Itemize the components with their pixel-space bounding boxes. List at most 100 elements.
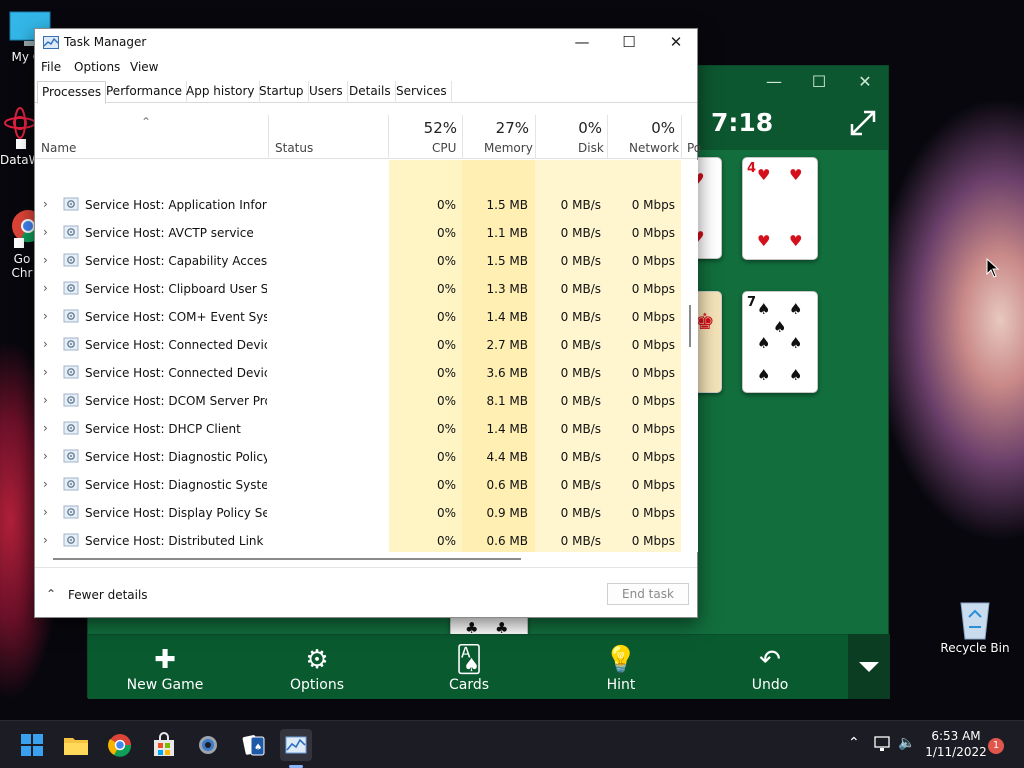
playing-card-four-hearts[interactable]: 4 ♥ ♥ ♥ ♥ [742, 157, 818, 260]
chevron-right-icon[interactable]: › [43, 225, 53, 239]
menu-file[interactable]: File [41, 60, 61, 74]
chevron-right-icon[interactable]: › [43, 337, 53, 351]
table-row[interactable]: › Service Host: Distributed Link Tr... 0% 0… [35, 527, 681, 552]
task-manager-window[interactable]: Task Manager — ☐ ✕ File Options View Pro… [34, 28, 701, 618]
process-list[interactable]: › Service Host: Application Infor... 0% 1.5… [35, 160, 681, 552]
solitaire-icon[interactable]: ♠ [238, 729, 270, 761]
volume-icon[interactable]: 🔈 [898, 735, 915, 751]
taskbar-clock[interactable]: 6:53 AM 1/11/2022 [922, 728, 990, 760]
notification-badge[interactable]: 1 [988, 738, 1004, 754]
column-header-name[interactable]: Name [41, 141, 76, 155]
column-header-network[interactable]: Network [629, 141, 679, 155]
cards-icon: 🂡 [455, 645, 483, 675]
hint-button[interactable]: 💡 Hint [561, 635, 681, 700]
process-memory: 1.4 MB [486, 310, 528, 324]
table-row[interactable]: › Service Host: COM+ Event Syste... 0% 1.4 … [35, 303, 681, 331]
chevron-right-icon[interactable]: › [43, 393, 53, 407]
chevron-right-icon[interactable]: › [43, 365, 53, 379]
toolbar-collapse-button[interactable] [848, 634, 890, 699]
clock-time: 6:53 AM [931, 729, 981, 743]
process-name: Service Host: Distributed Link Tr... [85, 534, 267, 548]
windows-start-icon[interactable] [16, 729, 48, 761]
table-row[interactable]: › Service Host: Capability Access ... 0% 1.… [35, 247, 681, 275]
chevron-right-icon[interactable]: › [43, 197, 53, 211]
column-header-status[interactable]: Status [275, 141, 313, 155]
desktop-icon-label: Recycle Bin [940, 641, 1010, 655]
column-separator [535, 115, 536, 159]
tab-app-history[interactable]: App history [182, 81, 260, 103]
close-icon[interactable]: ✕ [653, 29, 699, 57]
scroll-thumb[interactable] [53, 558, 521, 560]
tab-users[interactable]: Users [305, 81, 348, 103]
chevron-right-icon[interactable]: › [43, 477, 53, 491]
chevron-right-icon[interactable]: › [43, 309, 53, 323]
service-gear-icon [63, 309, 79, 323]
chevron-right-icon[interactable]: › [43, 421, 53, 435]
menu-view[interactable]: View [130, 60, 158, 74]
playing-card-seven-spades[interactable]: 7 ♠ ♠ ♠ ♠ ♠ ♠ ♠ [742, 291, 818, 393]
table-row[interactable]: › Service Host: Connected Device... 0% 3.6 … [35, 359, 681, 387]
maximize-icon[interactable]: ☐ [606, 29, 652, 57]
new-game-button[interactable]: ✚ New Game [105, 635, 225, 700]
chevron-right-icon[interactable]: › [43, 253, 53, 267]
store-icon[interactable] [148, 729, 180, 761]
chevron-right-icon[interactable]: › [43, 449, 53, 463]
process-name: Service Host: Display Policy Serv... [85, 506, 267, 520]
table-row[interactable]: › Service Host: Display Policy Serv... 0% 0… [35, 499, 681, 527]
desktop-icon-recycle-bin[interactable]: Recycle Bin [940, 597, 1010, 655]
table-row[interactable]: › Service Host: Connected Device... 0% 2.7 … [35, 331, 681, 359]
service-gear-icon [63, 477, 79, 491]
end-task-button[interactable]: End task [607, 583, 689, 605]
column-header-memory[interactable]: Memory [484, 141, 533, 155]
chrome-icon[interactable] [104, 729, 136, 761]
tab-performance[interactable]: Performance [102, 81, 188, 103]
chevron-right-icon[interactable]: › [43, 533, 53, 547]
settings-icon[interactable] [192, 729, 224, 761]
table-row[interactable]: › Service Host: Clipboard User Ser... 0% 1.… [35, 275, 681, 303]
table-row[interactable]: › Service Host: DCOM Server Proc... 0% 8.1 … [35, 387, 681, 415]
chevron-right-icon[interactable]: › [43, 281, 53, 295]
process-cpu: 0% [436, 338, 456, 352]
cards-button[interactable]: 🂡 Cards [409, 635, 529, 700]
process-cpu: 0% [436, 422, 456, 436]
chevron-right-icon[interactable]: › [43, 505, 53, 519]
task-manager-icon[interactable] [280, 729, 312, 761]
maximize-icon[interactable]: ☐ [807, 72, 831, 91]
table-row[interactable]: › Service Host: Diagnostic System... 0% 0.6… [35, 471, 681, 499]
process-memory: 1.3 MB [486, 282, 528, 296]
table-row[interactable]: › Service Host: Diagnostic Policy ... 0% 4.… [35, 443, 681, 471]
column-header-disk[interactable]: Disk [578, 141, 604, 155]
chevron-up-icon[interactable]: ⌃ [46, 587, 56, 601]
tab-processes[interactable]: Processes [37, 81, 107, 104]
process-cpu: 0% [436, 198, 456, 212]
fewer-details-button[interactable]: Fewer details [68, 588, 148, 602]
table-row[interactable]: › Service Host: DHCP Client 0% 1.4 MB 0 MB/s… [35, 415, 681, 443]
table-row[interactable]: › Service Host: AVCTP service 0% 1.1 MB 0 MB… [35, 219, 681, 247]
close-icon[interactable]: ✕ [853, 72, 877, 91]
tab-startup[interactable]: Startup [255, 81, 309, 103]
menu-options[interactable]: Options [74, 60, 120, 74]
service-gear-icon [63, 281, 79, 295]
vertical-scrollbar[interactable] [681, 160, 698, 552]
file-explorer-icon[interactable] [60, 729, 92, 761]
process-disk: 0 MB/s [560, 198, 601, 212]
process-network: 0 Mbps [631, 478, 675, 492]
undo-icon: ↶ [759, 645, 781, 675]
task-manager-titlebar[interactable]: Task Manager — ☐ ✕ [35, 29, 697, 57]
column-header-power[interactable]: Po [687, 141, 701, 155]
chevron-up-icon[interactable]: ⌃ [848, 735, 860, 751]
process-network: 0 Mbps [631, 534, 675, 548]
network-icon[interactable] [874, 736, 892, 752]
horizontal-scrollbar[interactable] [35, 552, 681, 566]
minimize-icon[interactable]: — [559, 29, 605, 57]
scroll-thumb[interactable] [689, 305, 691, 347]
process-cpu: 0% [436, 478, 456, 492]
table-row[interactable]: › Service Host: Application Infor... 0% 1.5… [35, 191, 681, 219]
minimize-icon[interactable]: — [762, 72, 786, 91]
undo-button[interactable]: ↶ Undo [710, 635, 830, 700]
tab-services[interactable]: Services [392, 81, 452, 103]
tab-details[interactable]: Details [345, 81, 396, 103]
fullscreen-icon[interactable] [848, 108, 878, 138]
column-header-cpu[interactable]: CPU [432, 141, 456, 155]
options-button[interactable]: ⚙ Options [257, 635, 377, 700]
